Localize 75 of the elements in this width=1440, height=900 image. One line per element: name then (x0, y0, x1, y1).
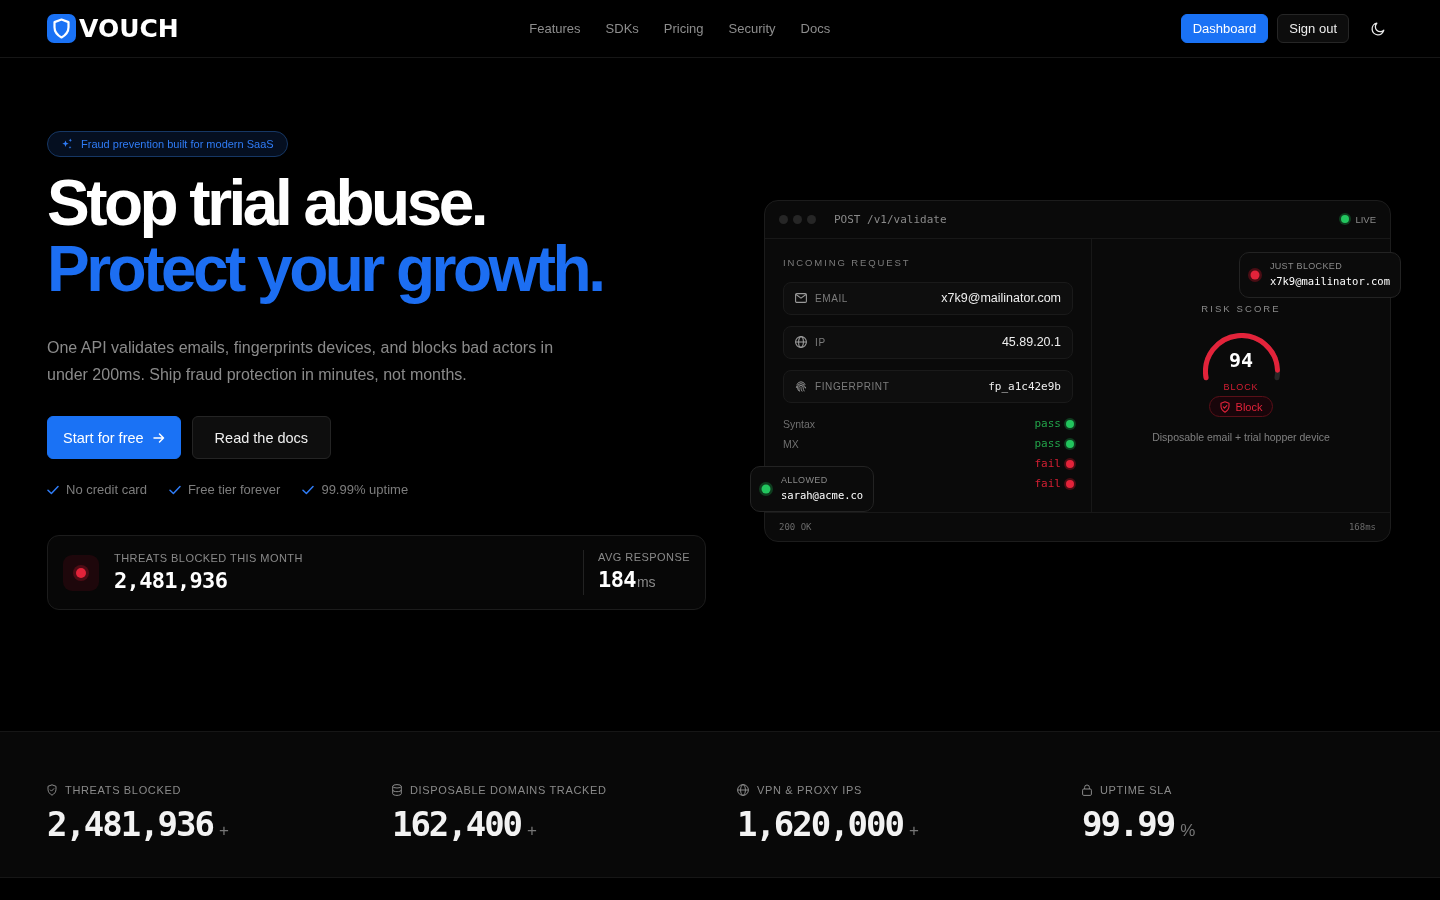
metric-value: 99.99 % (1082, 804, 1196, 846)
database-icon (392, 784, 402, 796)
risk-score-label: RISK SCORE (1201, 303, 1281, 315)
toast-label: ALLOWED (781, 475, 828, 486)
sign-out-button[interactable]: Sign out (1277, 14, 1349, 43)
nav-link[interactable]: Features (529, 20, 581, 37)
metric-value: 162,400 + (392, 804, 537, 846)
nav-link[interactable]: Docs (800, 20, 831, 37)
headline-text: Stop trial abuse. (47, 170, 486, 236)
check-label: MX (783, 437, 799, 450)
perk-text: Free tier forever (187, 481, 281, 499)
status-code-text: 200 OK (779, 521, 812, 532)
field-label: FINGERPRINT (815, 380, 890, 392)
stat-value: 2,481,936 (114, 568, 228, 594)
metric-label: UPTIME SLA (1100, 783, 1172, 797)
risk-reason-text: Disposable email + trial hopper device (1152, 431, 1330, 443)
nav-link[interactable]: Pricing (663, 20, 704, 37)
toast-email: x7k9@mailinator.com (1269, 274, 1390, 288)
status-dot-icon (1247, 267, 1262, 282)
risk-score-value: 94 (1228, 348, 1254, 374)
metric-label: THREATS BLOCKED (65, 783, 182, 797)
risk-verdict-label: BLOCK (1223, 382, 1259, 393)
docs-button[interactable]: Read the docs (191, 416, 332, 459)
globe-icon (737, 784, 749, 796)
arrow-right-icon (152, 431, 165, 444)
check-result: fail (1034, 477, 1061, 490)
shield-icon (1219, 400, 1230, 413)
metric-value: 1,620,000 + (737, 804, 919, 846)
check-result: pass (1034, 437, 1061, 450)
latency-text: 168ms (1348, 521, 1376, 532)
field-label: EMAIL (815, 292, 848, 304)
status-dot-icon (759, 481, 773, 496)
metric-label: DISPOSABLE DOMAINS TRACKED (410, 783, 607, 797)
metric-value: 2,481,936 + (47, 804, 229, 846)
perk-text: No credit card (66, 481, 147, 499)
check-label: Syntax (783, 417, 816, 430)
metric-label: VPN & PROXY IPS (757, 783, 863, 797)
stat-label: THREATS BLOCKED THIS MONTH (114, 551, 303, 565)
endpoint-text: POST /v1/validate (834, 212, 947, 226)
live-label: LIVE (1355, 213, 1376, 225)
window-dot-icon (807, 214, 816, 224)
check-result: pass (1034, 417, 1061, 430)
field-label: IP (815, 336, 826, 348)
check-icon (168, 485, 181, 495)
check-icon (47, 485, 59, 495)
stat-label: AVG RESPONSE (598, 550, 690, 564)
sparkle-icon (61, 138, 73, 150)
moon-icon[interactable] (1371, 21, 1385, 36)
toast-label: JUST BLOCKED (1269, 261, 1343, 272)
response-time-value: 184ms (598, 567, 656, 594)
hero-description: One API validates emails, fingerprints devices, and blocks bad actors in under 200ms. Ship fraud protection in minutes, not months. (47, 338, 555, 385)
shield-icon (47, 784, 57, 796)
fingerprint-icon (795, 380, 807, 392)
badge-text: Fraud prevention built for modern SaaS (81, 138, 274, 150)
window-dot-icon (793, 214, 802, 224)
shield-logo-icon (47, 14, 76, 43)
field-value: 45.89.20.1 (1001, 335, 1061, 349)
mail-icon (795, 293, 807, 303)
field-value: fp_a1c42e9b (988, 379, 1061, 393)
field-value: x7k9@mailinator.com (941, 291, 1061, 305)
section-label: INCOMING REQUEST (783, 256, 911, 269)
live-status-dot-icon (1339, 213, 1352, 225)
start-button[interactable]: Start for free (47, 416, 181, 459)
toast-email: sarah@acme.co (781, 488, 864, 502)
window-dot-icon (779, 214, 788, 224)
lock-icon (1082, 784, 1092, 796)
check-result: fail (1034, 457, 1061, 470)
perk-text: 99.99% uptime (321, 481, 409, 499)
nav-link[interactable]: SDKs (605, 20, 639, 37)
dashboard-button[interactable]: Dashboard (1180, 14, 1269, 43)
globe-icon (795, 336, 807, 348)
logo-link[interactable]: VOUCH (47, 14, 179, 43)
nav-link[interactable]: Security (728, 20, 776, 37)
tag-text: Block (1235, 400, 1263, 413)
check-icon (302, 485, 315, 495)
